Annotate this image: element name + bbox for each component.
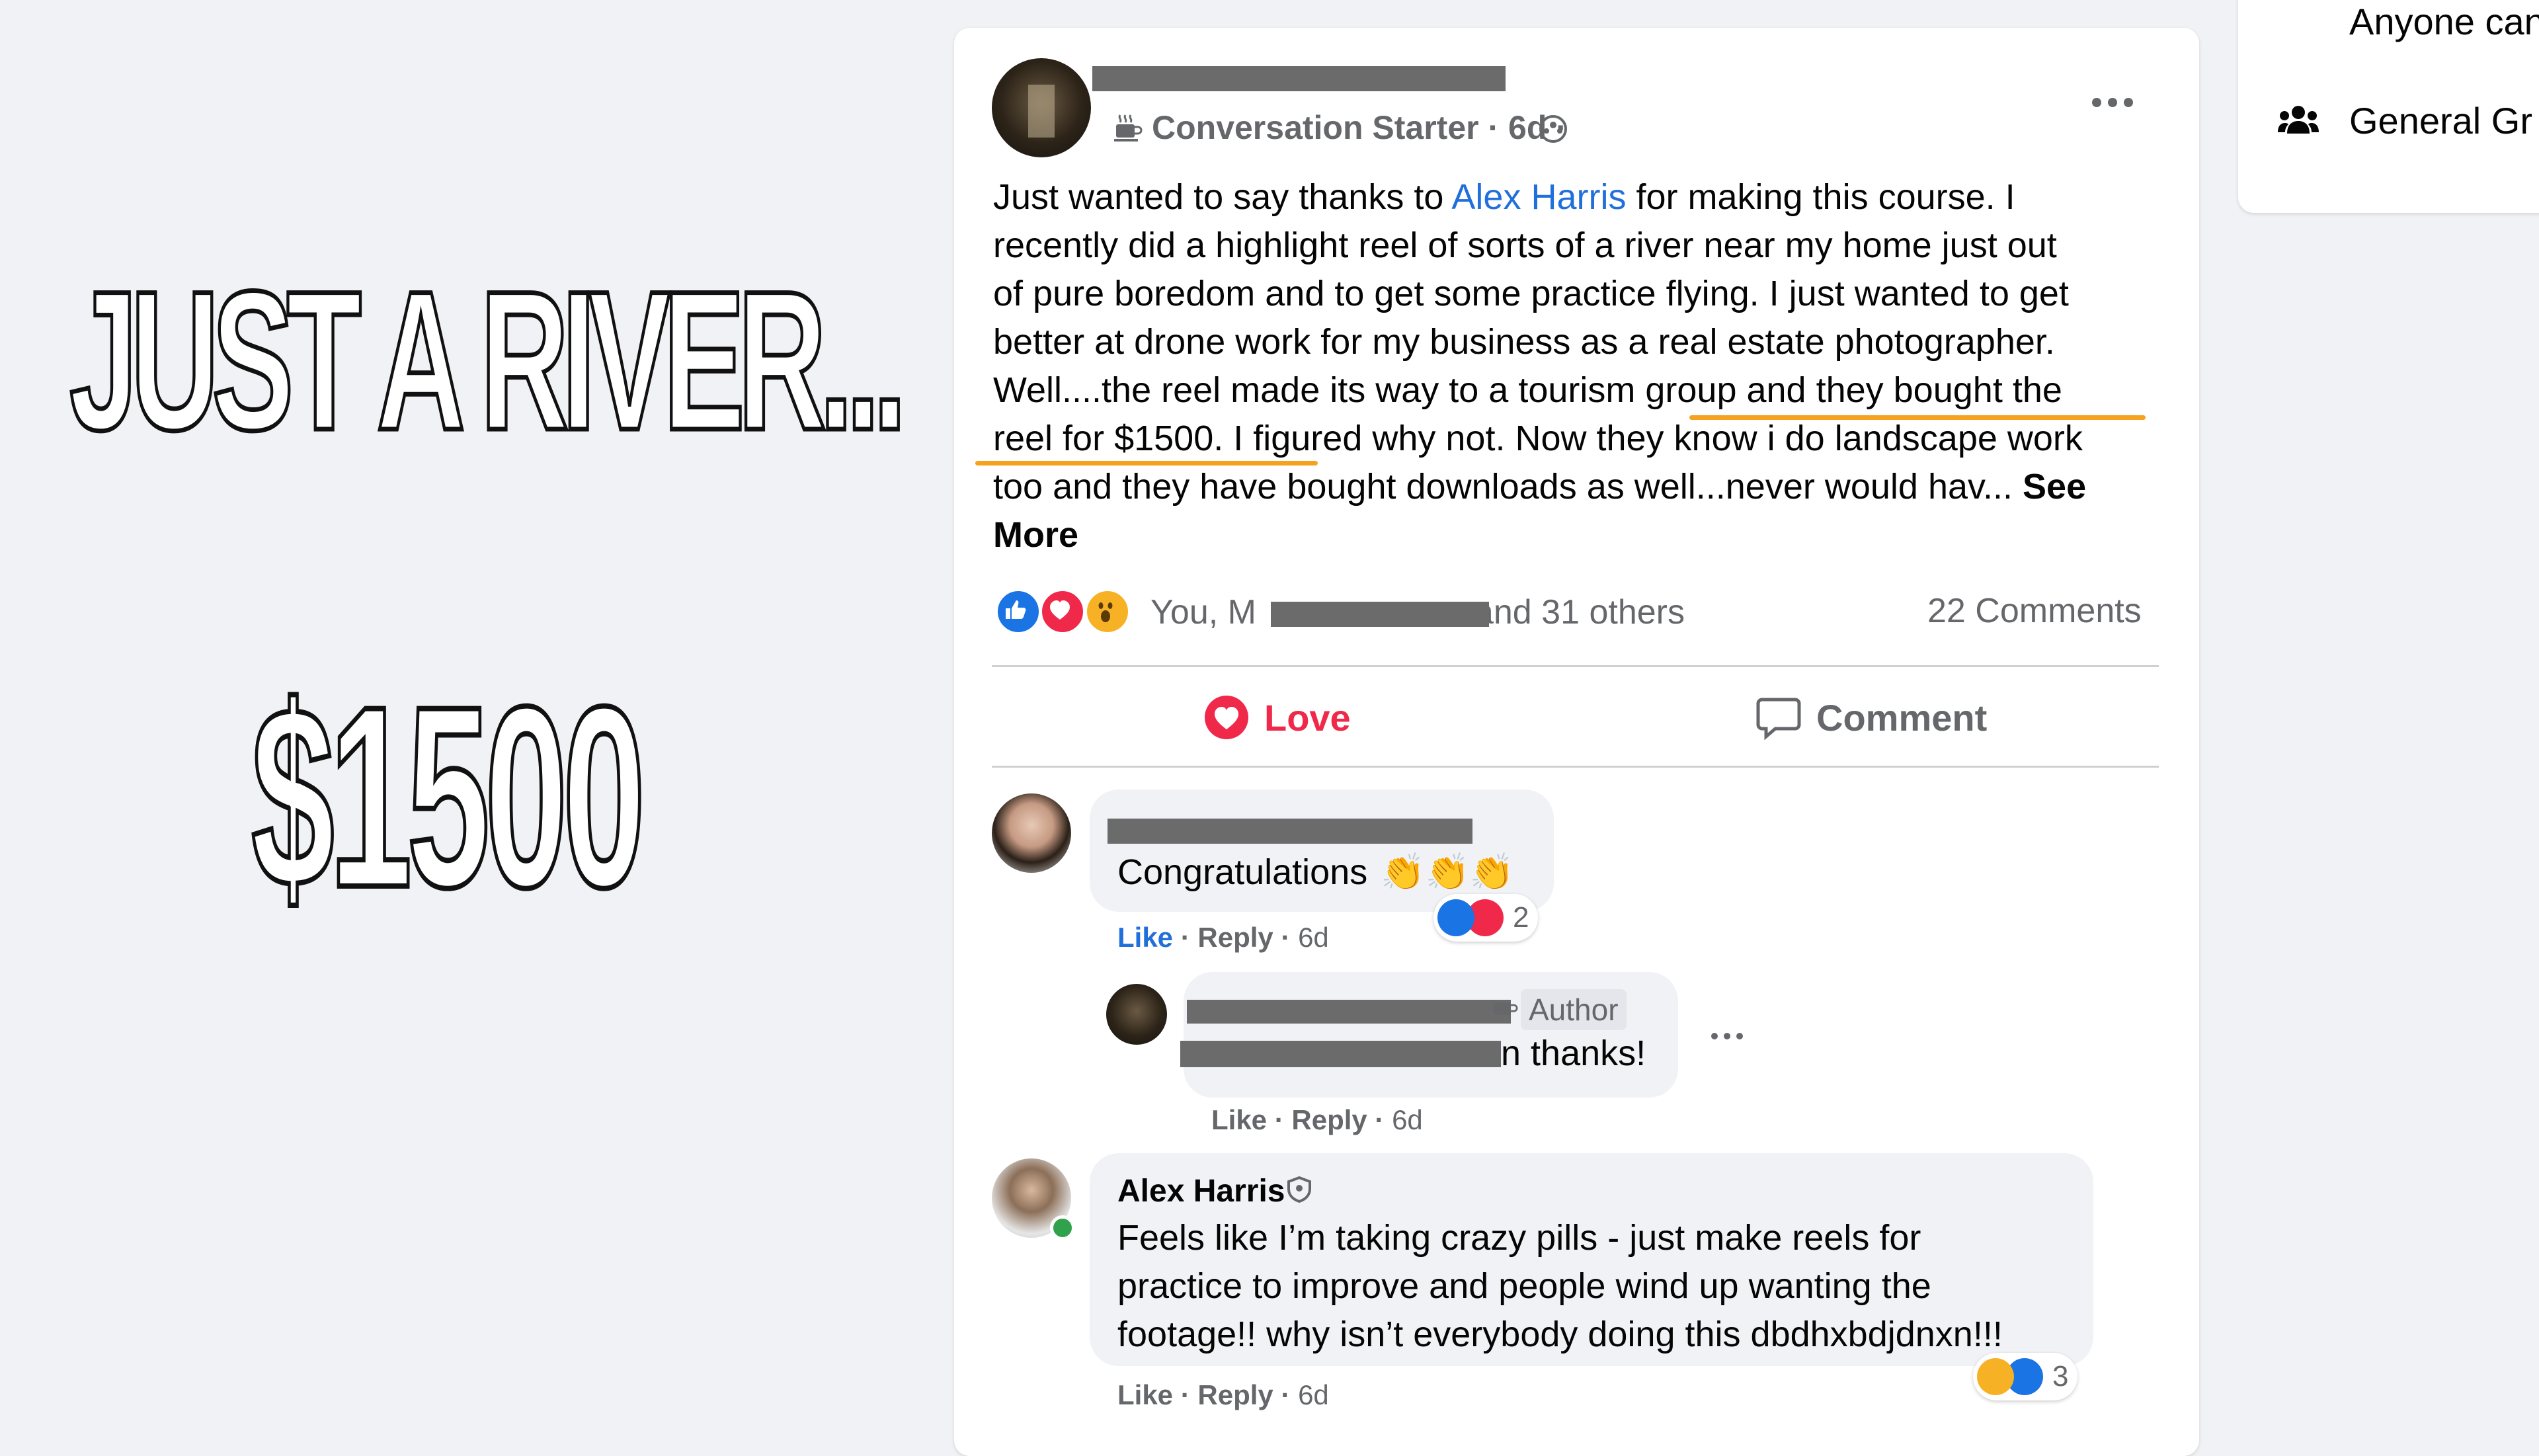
redacted-commenter-name	[1108, 819, 1472, 844]
post-author-avatar[interactable]	[992, 58, 1091, 157]
commenter-avatar[interactable]	[992, 793, 1071, 873]
redacted-reply-author	[1187, 1000, 1511, 1024]
online-status-indicator	[1050, 1215, 1075, 1240]
reply-time[interactable]: 6d	[1392, 1104, 1423, 1135]
group-people-icon	[2278, 106, 2319, 134]
comment-time[interactable]: 6d	[1298, 922, 1329, 953]
mention-link[interactable]: Alex Harris	[1451, 177, 1626, 217]
post-line: reel for $1500. I figured why not. Now t…	[993, 419, 2083, 458]
comment-actions: Like · Reply · 6d	[1117, 1379, 1329, 1410]
redacted-reactor-name	[1271, 602, 1489, 627]
redacted-reply-mention	[1180, 1041, 1501, 1067]
reply-author-avatar[interactable]	[1106, 984, 1167, 1045]
clapping-hands-emoji: 👏👏👏	[1381, 852, 1514, 892]
highlight-underline	[1689, 415, 2146, 420]
love-button[interactable]: Love	[1203, 688, 1351, 747]
like-reaction-icon	[1437, 899, 1474, 936]
see-more-link[interactable]: See	[2023, 467, 2086, 506]
love-heart-icon	[1205, 696, 1248, 739]
post-line: Just wanted to say thanks to Alex Harris…	[993, 177, 2015, 217]
post-line: too and they have bought downloads as we…	[993, 467, 2087, 506]
comment-actions: Like · Reply · 6d	[1117, 922, 1329, 953]
group-type-text: General Gr	[2349, 100, 2532, 142]
more-options-icon[interactable]	[2091, 97, 2134, 108]
like-reaction-icon	[995, 588, 1041, 635]
post-line: recently did a highlight reel of sorts o…	[993, 225, 2057, 265]
reply-like-link[interactable]: Like	[1211, 1104, 1267, 1135]
love-button-label: Love	[1264, 696, 1351, 739]
reply-actions: Like · Reply · 6d	[1211, 1104, 1423, 1135]
comment-reactions[interactable]: 2	[1433, 894, 1539, 942]
comment-reaction-count: 3	[2052, 1360, 2069, 1393]
commenter-name[interactable]: Alex Harris	[1117, 1173, 1285, 1209]
separator-dot: ·	[1478, 109, 1509, 146]
comment-button-label: Comment	[1816, 696, 1988, 739]
post-line: better at drone work for my business as …	[993, 322, 2055, 362]
comment-bubble-icon	[1756, 698, 1801, 741]
haha-reaction-icon	[1977, 1358, 2014, 1395]
comment-reactions[interactable]: 3	[1973, 1353, 2078, 1400]
comment-time[interactable]: 6d	[1298, 1379, 1329, 1410]
post-line: of pure boredom and to get some practice…	[993, 274, 2069, 313]
comment-like-link[interactable]: Like	[1117, 922, 1173, 953]
conversation-starter-badge: Conversation Starter	[1152, 109, 1479, 146]
post-badge-row: Conversation Starter · 6d ·	[1152, 108, 1567, 147]
comment-text: Feels like I’m taking crazy pills - just…	[1117, 1218, 2003, 1354]
reply-text: n thanks!	[1501, 1033, 1646, 1073]
comment-like-link[interactable]: Like	[1117, 1379, 1173, 1410]
post-body: Just wanted to say thanks to Alex Harris…	[993, 173, 2177, 559]
see-more-link-continued[interactable]: More	[993, 511, 2177, 559]
comments-count[interactable]: 22 Comments	[1927, 591, 2142, 631]
divider	[992, 665, 2159, 667]
coffee-cup-icon	[1490, 992, 1518, 1020]
overlay-title: JUST A RIVER...	[68, 249, 908, 471]
reply-more-options-icon[interactable]	[1711, 1031, 1744, 1041]
author-badge: Author	[1521, 989, 1627, 1030]
wow-reaction-icon	[1084, 588, 1131, 635]
highlight-underline	[975, 461, 1318, 465]
love-reaction-icon	[1039, 588, 1086, 635]
group-privacy-icon	[1539, 115, 1567, 143]
comment-button[interactable]: Comment	[1755, 688, 1987, 747]
reply-reply-link[interactable]: Reply	[1291, 1104, 1367, 1135]
overlay-price: $1500	[250, 653, 647, 941]
comment-reply-link[interactable]: Reply	[1197, 922, 1273, 953]
privacy-text: Anyone can	[2349, 1, 2539, 42]
coffee-cup-icon	[1114, 114, 1143, 142]
post-line: Well....the reel made its way to a touri…	[993, 370, 2062, 410]
comment-reply-link[interactable]: Reply	[1197, 1379, 1273, 1410]
admin-shield-icon	[1287, 1176, 1311, 1203]
comment-reaction-count: 2	[1513, 901, 1529, 934]
divider	[992, 766, 2159, 768]
redacted-author-name	[1092, 66, 1506, 91]
comment-text: Congratulations 👏👏👏	[1117, 852, 1514, 892]
